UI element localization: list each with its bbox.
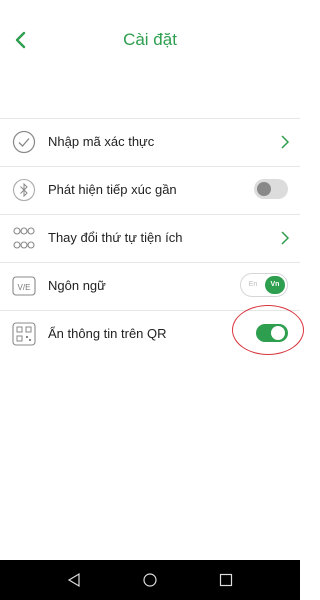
check-circle-icon (12, 130, 36, 154)
header: Cài đặt (0, 0, 300, 80)
language-option-en[interactable]: En (243, 276, 263, 294)
settings-item-verification-code[interactable]: Nhập mã xác thực (0, 118, 300, 166)
qr-code-icon (12, 322, 36, 346)
highlight-annotation-ellipse (232, 305, 304, 355)
settings-item-label: Ngôn ngữ (48, 278, 106, 293)
language-option-vn[interactable]: Vn (265, 276, 285, 294)
system-navigation-bar (0, 560, 300, 600)
svg-text:V/E: V/E (18, 283, 31, 292)
language-icon: V/E (12, 274, 36, 298)
exposure-detection-toggle[interactable] (254, 179, 288, 199)
bluetooth-icon (12, 178, 36, 202)
back-icon[interactable] (66, 572, 82, 588)
settings-item-widget-order[interactable]: Thay đổi thứ tự tiện ích (0, 214, 300, 262)
toggle-knob (257, 182, 271, 196)
chevron-right-icon (281, 135, 290, 149)
settings-item-exposure-detection: Phát hiện tiếp xúc gần (0, 166, 300, 214)
page-title: Cài đặt (123, 30, 177, 49)
grid-icon (12, 226, 36, 250)
settings-item-label: Thay đổi thứ tự tiện ích (48, 230, 183, 245)
settings-item-language: V/E Ngôn ngữ En Vn (0, 262, 300, 310)
language-switch[interactable]: En Vn (240, 273, 288, 297)
settings-item-label: Phát hiện tiếp xúc gần (48, 182, 177, 197)
chevron-right-icon (281, 231, 290, 245)
recents-icon[interactable] (218, 572, 234, 588)
home-icon[interactable] (142, 572, 158, 588)
settings-item-label: Ẩn thông tin trên QR (48, 326, 167, 341)
settings-item-label: Nhập mã xác thực (48, 134, 155, 149)
